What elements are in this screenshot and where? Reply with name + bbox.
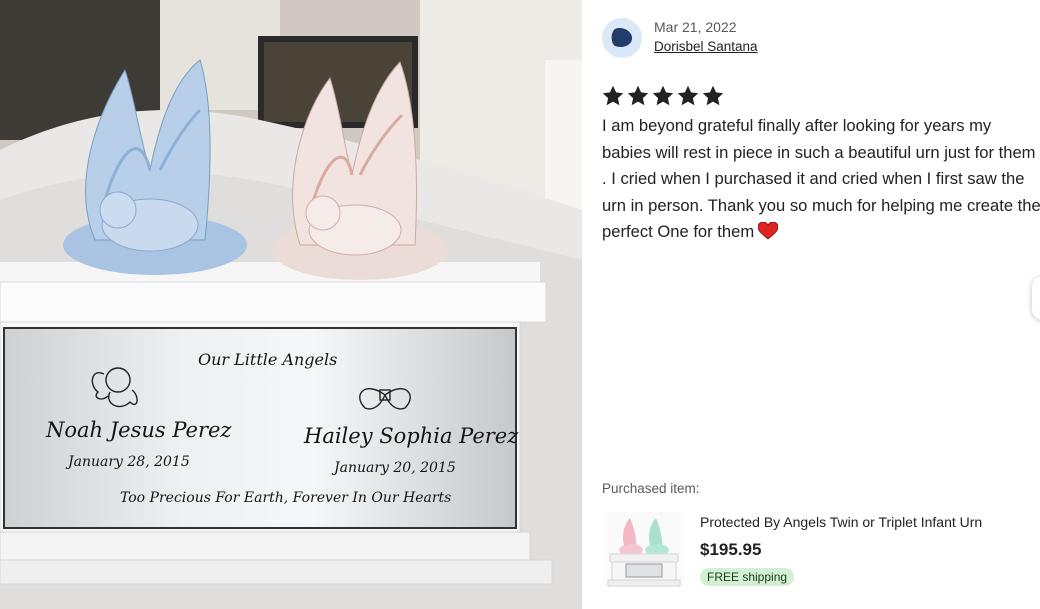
review-panel: Mar 21, 2022 Dorisbel Santana I am beyon…	[582, 0, 1040, 609]
plate-name-right: Hailey Sophia Perez	[304, 424, 519, 448]
star-rating	[601, 84, 725, 108]
plate-quote: Too Precious For Earth, Forever In Our H…	[120, 490, 452, 506]
plate-name-left: Noah Jesus Perez	[46, 418, 232, 442]
plate-title: Our Little Angels	[198, 350, 338, 369]
urn-thumbnail-image	[604, 512, 684, 588]
purchased-item-thumbnail[interactable]	[604, 512, 684, 588]
purchased-item-price: $195.95	[700, 540, 762, 559]
plate-date-right: January 20, 2015	[334, 460, 456, 476]
avatar[interactable]	[602, 18, 642, 58]
purchased-item-title-link[interactable]: Protected By Angels Twin or Triplet Infa…	[700, 514, 982, 530]
review-text: I am beyond grateful finally after looki…	[602, 113, 1040, 246]
star-icon	[627, 85, 649, 106]
reviewer-avatar-icon	[611, 27, 633, 47]
star-icon	[602, 85, 624, 106]
review-body: I am beyond grateful finally after looki…	[602, 116, 1040, 241]
star-icon	[652, 85, 674, 106]
star-icon	[702, 85, 724, 106]
plate-date-left: January 28, 2015	[68, 454, 190, 470]
heart-icon	[758, 222, 779, 240]
review-photo[interactable]: Our Little Angels Noah Jesus Perez Janua…	[0, 0, 582, 609]
reviewer-name-link[interactable]: Dorisbel Santana	[654, 39, 758, 54]
next-arrow-button[interactable]	[1032, 276, 1040, 320]
purchased-item-label: Purchased item:	[602, 481, 700, 496]
free-shipping-badge: FREE shipping	[700, 568, 795, 586]
star-icon	[677, 85, 699, 106]
urn-photo-illustration	[0, 0, 582, 609]
review-date: Mar 21, 2022	[654, 19, 737, 35]
